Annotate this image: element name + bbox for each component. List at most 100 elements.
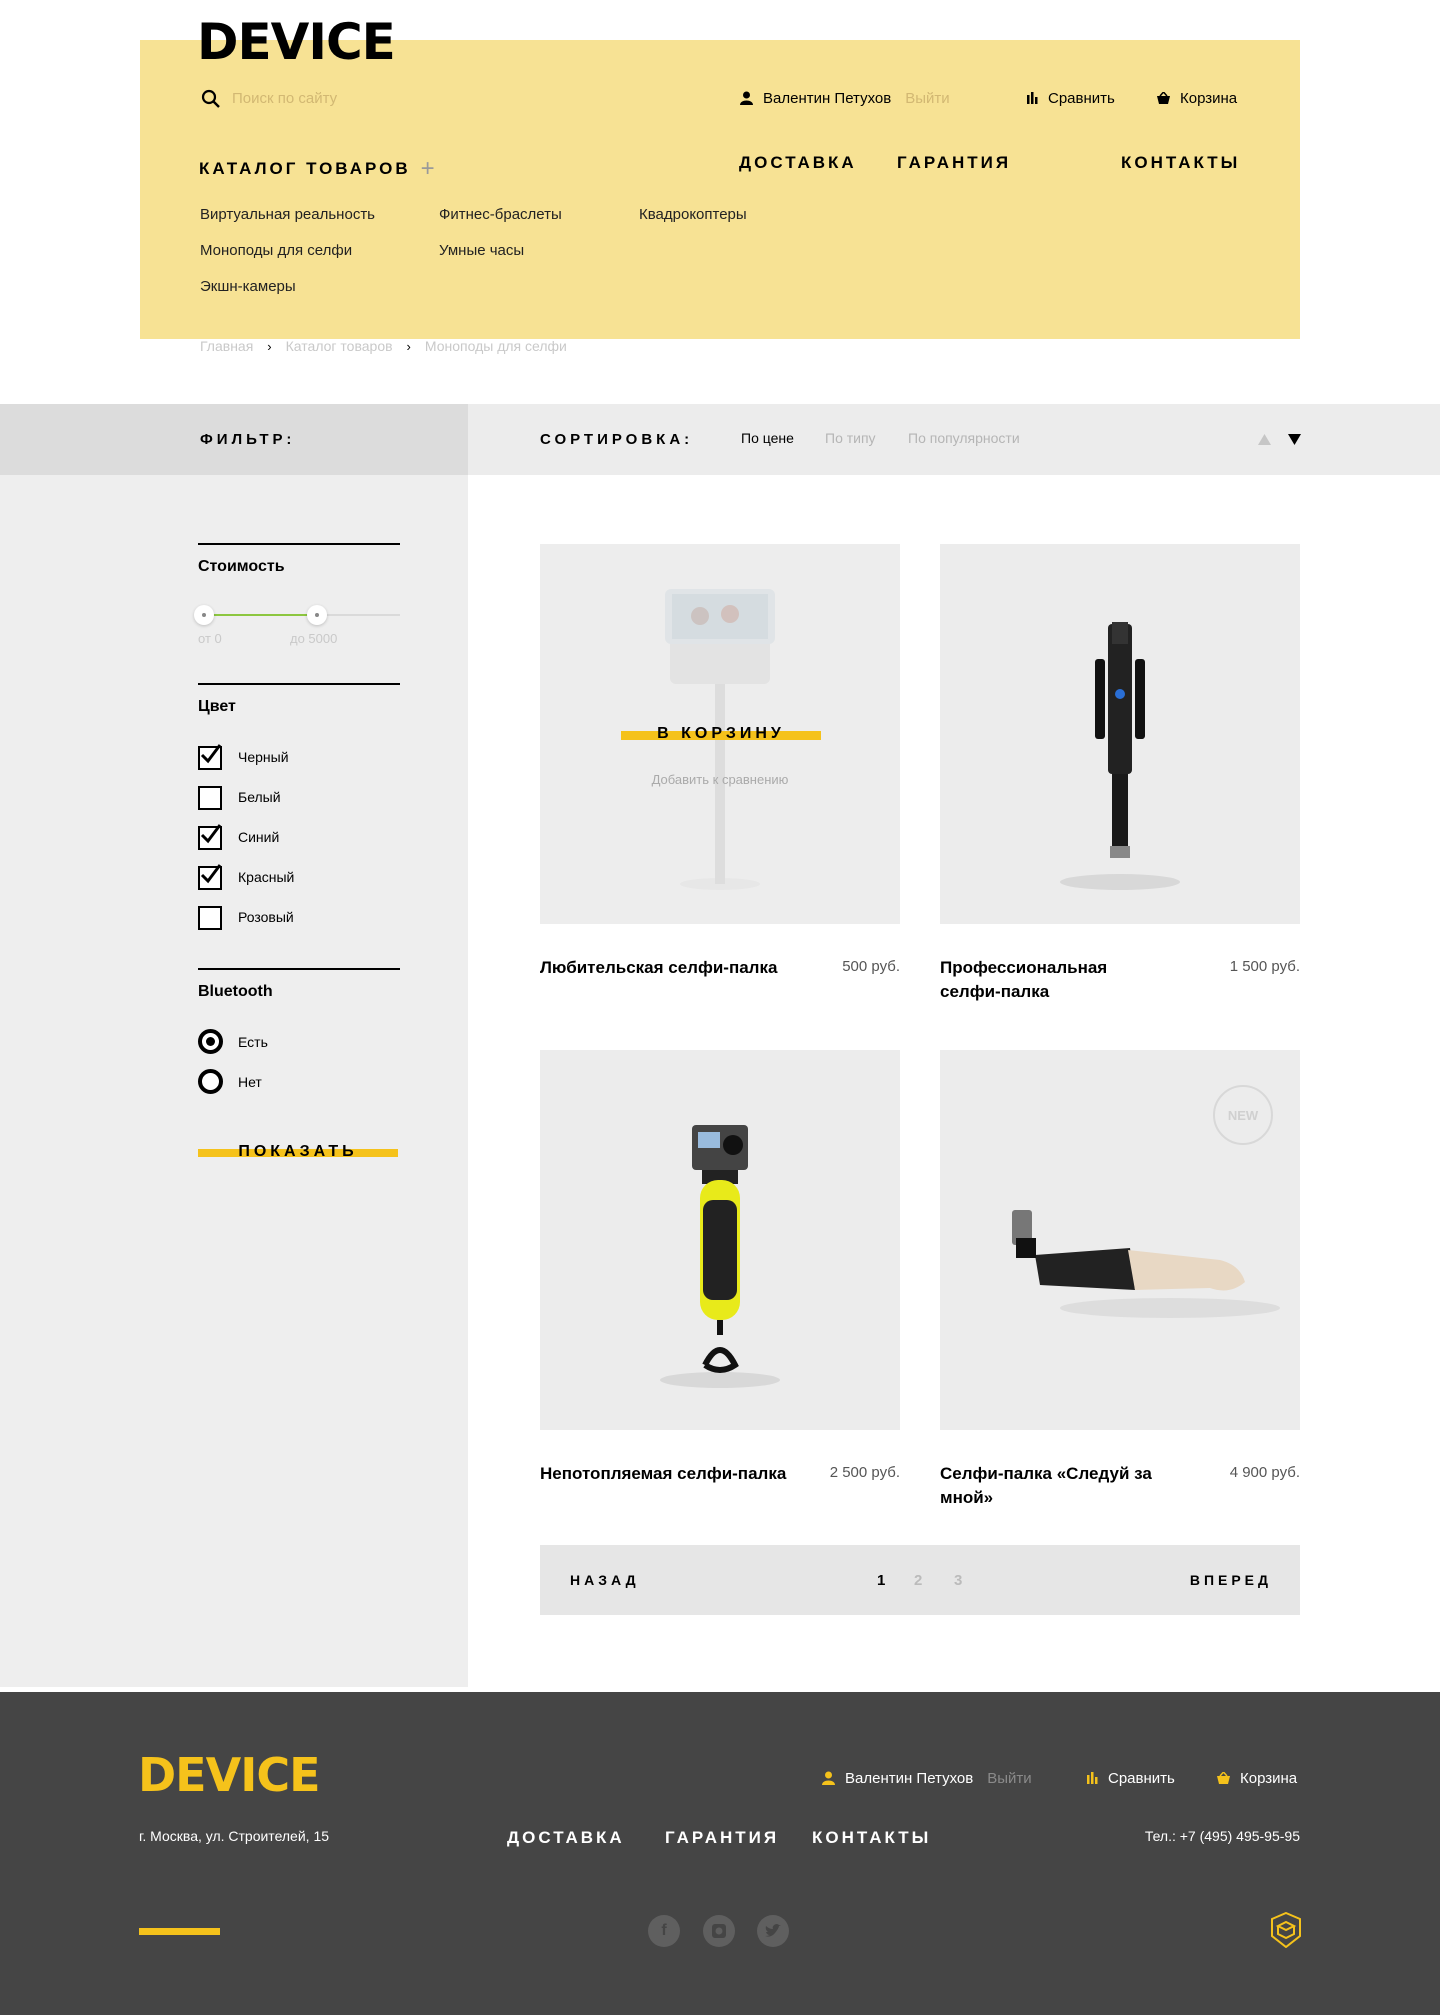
divider <box>198 683 400 685</box>
instagram-icon[interactable] <box>703 1915 735 1947</box>
footer-compare-link[interactable]: Сравнить <box>1087 1769 1175 1787</box>
product-name[interactable]: Профессиональная селфи-палка <box>940 956 1170 1004</box>
check-icon <box>200 824 222 844</box>
user-icon <box>822 1771 835 1785</box>
divider <box>198 543 400 545</box>
checkbox-label[interactable]: Синий <box>238 829 279 845</box>
footer-nav-delivery[interactable]: ДОСТАВКА <box>507 1828 625 1848</box>
add-to-compare-link[interactable]: Добавить к сравнению <box>540 772 900 787</box>
compare-link[interactable]: Сравнить <box>1027 89 1115 107</box>
checkbox-blue[interactable] <box>198 824 222 850</box>
user-menu[interactable]: Валентин Петухов Выйти <box>740 89 950 107</box>
show-button[interactable]: ПОКАЗАТЬ <box>198 1143 398 1161</box>
nav-catalog-label: КАТАЛОГ ТОВАРОВ <box>199 159 411 178</box>
cart-icon <box>1157 92 1170 104</box>
nav-delivery[interactable]: ДОСТАВКА <box>739 153 857 173</box>
logout-link[interactable]: Выйти <box>905 90 949 107</box>
add-to-cart-button[interactable]: В КОРЗИНУ <box>621 725 821 743</box>
footer-nav-warranty[interactable]: ГАРАНТИЯ <box>665 1828 779 1848</box>
facebook-icon[interactable]: f <box>648 1915 680 1947</box>
submenu-item[interactable]: Фитнес-браслеты <box>439 206 562 223</box>
sort-option-price[interactable]: По цене <box>741 430 794 446</box>
sort-desc-icon[interactable] <box>1288 434 1301 445</box>
footer-user-menu[interactable]: Валентин Петухов Выйти <box>822 1769 1032 1787</box>
htmlacademy-logo-icon[interactable] <box>1271 1912 1301 1948</box>
price-filter-title: Стоимость <box>198 558 285 575</box>
footer-address: г. Москва, ул. Строителей, 15 <box>139 1828 330 1844</box>
user-name[interactable]: Валентин Петухов <box>763 90 891 107</box>
filter-title: ФИЛЬТР: <box>200 431 296 448</box>
footer-nav-contacts[interactable]: КОНТАКТЫ <box>812 1828 931 1848</box>
cart-icon <box>1217 1772 1230 1784</box>
search-input[interactable] <box>232 86 532 110</box>
next-page-button[interactable]: ВПЕРЕД <box>1190 1572 1272 1588</box>
checkbox-label[interactable]: Красный <box>238 869 294 885</box>
user-icon <box>740 91 753 105</box>
pagination: НАЗАД 1 2 3 ВПЕРЕД <box>540 1545 1300 1615</box>
cart-link[interactable]: Корзина <box>1157 89 1237 107</box>
logout-link[interactable]: Выйти <box>987 1770 1031 1787</box>
checkbox-label[interactable]: Розовый <box>238 909 294 925</box>
nav-catalog[interactable]: КАТАЛОГ ТОВАРОВ + <box>199 153 438 182</box>
page-1[interactable]: 1 <box>877 1572 885 1589</box>
filter-sidebar <box>0 475 468 1687</box>
product-name[interactable]: Селфи-палка «Следуй за мной» <box>940 1462 1190 1510</box>
twitter-icon[interactable] <box>757 1915 789 1947</box>
footer-cart-link[interactable]: Корзина <box>1217 1769 1297 1787</box>
footer-logo[interactable]: DEVICE <box>138 1748 321 1802</box>
price-from-label: от 0 <box>198 631 222 646</box>
checkbox-red[interactable] <box>198 864 222 890</box>
radio-bluetooth-no[interactable] <box>198 1069 223 1094</box>
new-badge: NEW <box>1213 1085 1273 1145</box>
compare-label: Сравнить <box>1048 89 1115 107</box>
checkbox-label[interactable]: Черный <box>238 749 289 765</box>
compare-label: Сравнить <box>1108 1769 1175 1787</box>
product-image[interactable]: NEW <box>940 1050 1300 1430</box>
nav-contacts[interactable]: КОНТАКТЫ <box>1121 153 1240 173</box>
sort-option-type[interactable]: По типу <box>825 430 876 446</box>
checkbox-label[interactable]: Белый <box>238 789 281 805</box>
submenu-item[interactable]: Моноподы для селфи <box>200 242 352 259</box>
breadcrumb: Главная › Каталог товаров › Моноподы для… <box>200 338 567 354</box>
page-3[interactable]: 3 <box>954 1572 962 1589</box>
sort-title: СОРТИРОВКА: <box>540 431 694 448</box>
price-slider-max-handle[interactable] <box>307 605 327 625</box>
checkbox-pink[interactable] <box>198 906 222 930</box>
bluetooth-filter-title: Bluetooth <box>198 983 273 1000</box>
product-name[interactable]: Непотопляемая селфи-палка <box>540 1462 810 1486</box>
breadcrumb-item[interactable]: Главная <box>200 338 253 354</box>
search-icon[interactable] <box>201 89 221 109</box>
sort-asc-icon[interactable] <box>1258 434 1271 445</box>
submenu-item[interactable]: Виртуальная реальность <box>200 206 375 223</box>
radio-bluetooth-yes[interactable] <box>198 1029 223 1054</box>
logo[interactable]: DEVICE <box>197 14 396 70</box>
submenu-item[interactable]: Квадрокоптеры <box>639 206 747 223</box>
product-image[interactable] <box>940 544 1300 924</box>
checkbox-black[interactable] <box>198 744 222 770</box>
chevron-right-icon: › <box>406 338 411 354</box>
footer-accent-line <box>139 1928 220 1935</box>
breadcrumb-item[interactable]: Каталог товаров <box>286 338 393 354</box>
product-name[interactable]: Любительская селфи-палка <box>540 956 800 980</box>
chevron-right-icon: › <box>267 338 272 354</box>
price-slider-range <box>204 614 316 616</box>
submenu-item[interactable]: Экшн-камеры <box>200 278 296 295</box>
product-image[interactable] <box>540 1050 900 1430</box>
cart-label: Корзина <box>1180 89 1238 107</box>
price-slider-min-handle[interactable] <box>194 605 214 625</box>
nav-warranty[interactable]: ГАРАНТИЯ <box>897 153 1011 173</box>
header-panel <box>140 40 1300 339</box>
submenu-item[interactable]: Умные часы <box>439 242 524 259</box>
radio-label[interactable]: Нет <box>238 1074 262 1090</box>
check-icon <box>200 864 222 884</box>
footer: DEVICE г. Москва, ул. Строителей, 15 Вал… <box>0 1692 1440 2015</box>
user-name[interactable]: Валентин Петухов <box>845 1770 973 1787</box>
filter-bar: ФИЛЬТР: <box>0 404 468 475</box>
radio-label[interactable]: Есть <box>238 1034 268 1050</box>
page-2[interactable]: 2 <box>914 1572 922 1589</box>
prev-page-button[interactable]: НАЗАД <box>570 1572 640 1588</box>
sort-option-popularity[interactable]: По популярности <box>908 430 1020 446</box>
product-price: 1 500 руб. <box>1229 958 1300 975</box>
checkbox-white[interactable] <box>198 786 222 810</box>
color-filter-title: Цвет <box>198 698 236 715</box>
